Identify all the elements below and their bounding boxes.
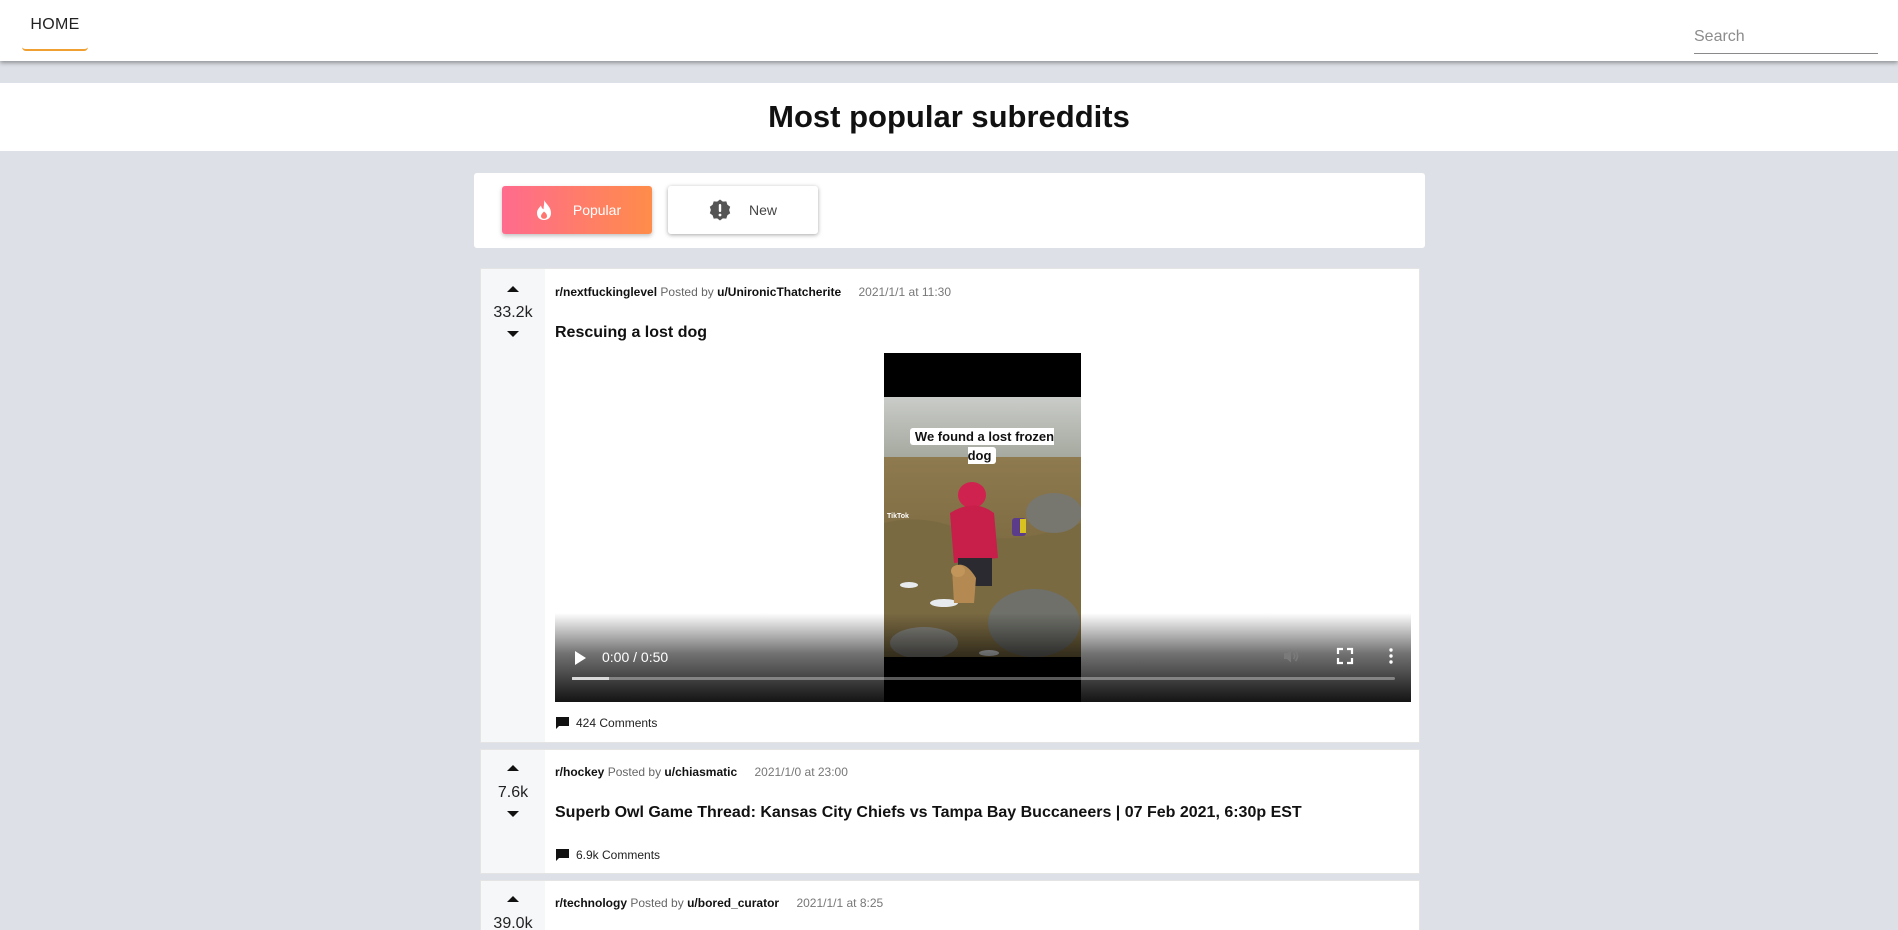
comments-count: 424 Comments [576,716,658,730]
upvote-icon[interactable] [507,896,519,902]
post-time: 2021/1/1 at 8:25 [796,896,884,910]
vote-column: 7.6k [481,750,545,873]
vote-column: 39.0k [481,881,545,930]
video-progress-bar[interactable] [572,677,1395,680]
play-icon[interactable] [575,651,586,665]
comments-link[interactable]: 6.9k Comments [555,848,660,862]
post-score: 7.6k [497,784,529,801]
post-score: 33.2k [493,304,533,321]
posted-by-label: Posted by [660,285,714,299]
video-player[interactable]: We found a lost frozen dog TikTok 0:00 /… [555,353,1411,702]
upvote-icon[interactable] [507,286,519,292]
comment-icon [556,849,569,861]
post-meta: r/nextfuckinglevel Posted by u/UnironicT… [555,285,951,299]
post-score: 39.0k [493,915,533,930]
subreddit-link[interactable]: r/technology [555,896,627,910]
posted-by-label: Posted by [607,765,662,779]
post-time: 2021/1/0 at 23:00 [754,765,848,779]
alert-badge-icon [709,199,731,221]
video-controls: 0:00 / 0:50 [555,613,1411,702]
post-meta: r/technology Posted by u/bored_curator 2… [555,896,883,910]
subreddit-link[interactable]: r/nextfuckinglevel [555,285,657,299]
posted-by-label: Posted by [630,896,684,910]
top-navbar: HOME [0,0,1898,61]
popular-label: Popular [572,202,622,218]
post-title[interactable]: Superb Owl Game Thread: Kansas City Chie… [555,804,1302,822]
downvote-icon[interactable] [507,811,519,817]
volume-icon[interactable] [1281,646,1301,666]
page-header: Most popular subreddits [0,83,1898,151]
search-field [1694,22,1878,54]
post-meta: r/hockey Posted by u/chiasmatic 2021/1/0… [555,765,848,779]
author-link[interactable]: u/bored_curator [687,896,779,910]
video-buffered-bar [572,677,610,680]
vote-column: 33.2k [481,269,545,742]
tiktok-watermark: TikTok [887,513,909,520]
post-time: 2021/1/1 at 11:30 [858,285,951,299]
video-time-display: 0:00 / 0:50 [602,649,669,665]
post-card: 39.0k r/technology Posted by u/bored_cur… [480,880,1420,930]
post-title[interactable]: Rescuing a lost dog [555,324,707,342]
comment-icon [556,717,569,729]
search-input[interactable] [1694,22,1878,52]
video-caption: We found a lost frozen dog [904,427,1060,465]
more-options-icon[interactable] [1381,646,1401,666]
comments-link[interactable]: 424 Comments [555,716,657,730]
post-card: 33.2k r/nextfuckinglevel Posted by u/Uni… [480,268,1420,743]
new-label: New [748,202,777,218]
author-link[interactable]: u/UnironicThatcherite [717,285,841,299]
home-tab[interactable]: HOME [22,0,88,51]
post-card: 7.6k r/hockey Posted by u/chiasmatic 202… [480,749,1420,874]
page-title: Most popular subreddits [768,99,1130,134]
comments-count: 6.9k Comments [576,848,661,862]
fullscreen-icon[interactable] [1335,646,1355,666]
author-link[interactable]: u/chiasmatic [664,765,737,779]
fire-icon [533,199,555,221]
filter-bar: Popular New [474,173,1425,248]
upvote-icon[interactable] [507,765,519,771]
downvote-icon[interactable] [507,331,519,337]
new-button[interactable]: New [668,186,818,234]
subreddit-link[interactable]: r/hockey [555,765,604,779]
popular-button[interactable]: Popular [502,186,652,234]
